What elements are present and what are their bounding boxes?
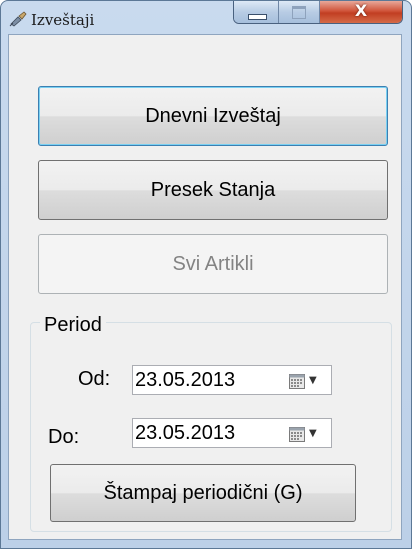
calendar-icon[interactable] bbox=[289, 427, 305, 442]
broom-icon bbox=[9, 11, 27, 27]
from-date-value: 23.05.2013 bbox=[135, 369, 236, 391]
period-legend: Period bbox=[40, 314, 106, 337]
daily-report-button[interactable]: Dnevni Izveštaj bbox=[38, 86, 388, 146]
to-label: Do: bbox=[48, 426, 80, 448]
maximize-button[interactable] bbox=[279, 1, 320, 23]
calendar-icon[interactable] bbox=[289, 374, 305, 389]
maximize-icon bbox=[292, 6, 306, 19]
close-icon: X bbox=[354, 1, 368, 20]
to-date-value: 23.05.2013 bbox=[135, 422, 236, 444]
from-date-picker[interactable]: 23.05.2013 ▼ bbox=[132, 365, 332, 395]
dropdown-arrow-icon[interactable]: ▼ bbox=[309, 375, 317, 386]
all-items-button: Svi Artikli bbox=[38, 234, 388, 294]
to-date-picker[interactable]: 23.05.2013 ▼ bbox=[132, 418, 332, 448]
from-label: Od: bbox=[78, 368, 111, 390]
title-bar[interactable]: Izveštaji X bbox=[1, 1, 411, 35]
caption-buttons: X bbox=[233, 1, 403, 24]
dropdown-arrow-icon[interactable]: ▼ bbox=[309, 428, 317, 439]
window-title: Izveštaji bbox=[31, 11, 95, 29]
minimize-button[interactable] bbox=[234, 1, 279, 23]
minimize-icon bbox=[248, 14, 267, 20]
cross-section-button[interactable]: Presek Stanja bbox=[38, 160, 388, 220]
close-button[interactable]: X bbox=[320, 1, 402, 23]
print-periodic-button[interactable]: Štampaj periodični (G) bbox=[50, 464, 356, 522]
